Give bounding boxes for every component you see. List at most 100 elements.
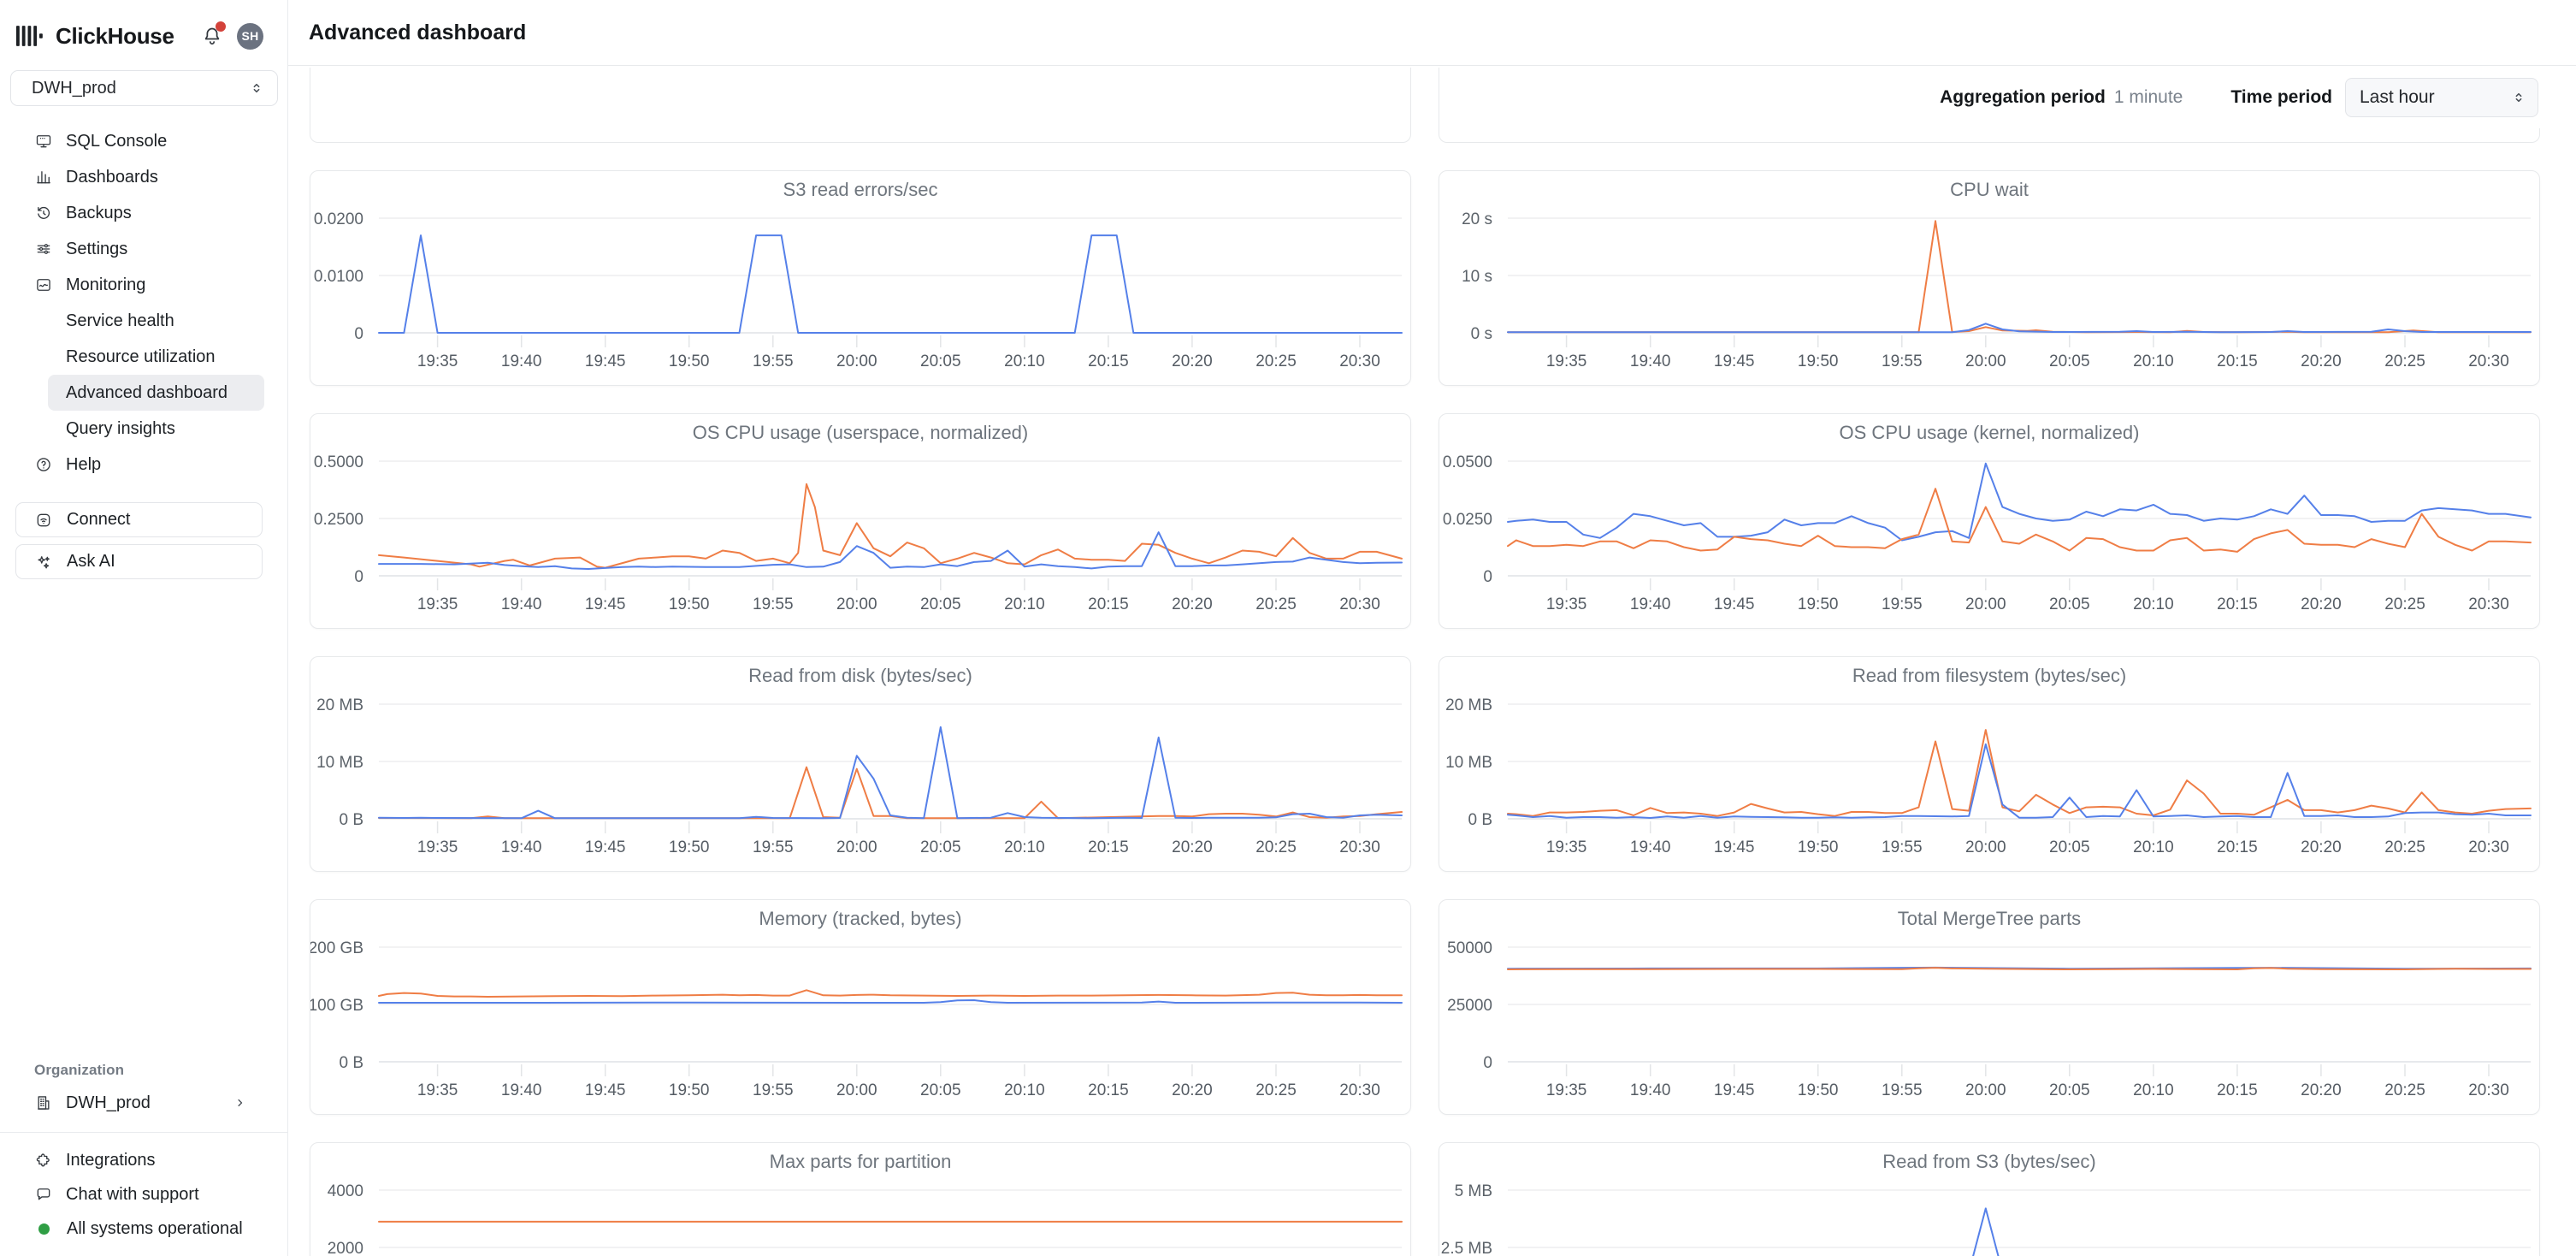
sidebar-item-monitoring[interactable]: Monitoring bbox=[0, 267, 287, 303]
svg-text:19:35: 19:35 bbox=[1546, 838, 1587, 856]
svg-text:19:55: 19:55 bbox=[1882, 1081, 1923, 1099]
svg-text:19:50: 19:50 bbox=[1798, 353, 1839, 370]
svg-text:4000: 4000 bbox=[328, 1182, 363, 1200]
sidebar-item-label: Service health bbox=[66, 311, 174, 331]
chart-card-read-from-disk-bytes-sec: 20 MB10 MB0 B19:3519:4019:4519:5019:5520… bbox=[310, 656, 1411, 872]
service-selector-value: DWH_prod bbox=[32, 79, 248, 98]
svg-text:20:20: 20:20 bbox=[2301, 1081, 2342, 1099]
svg-text:20:30: 20:30 bbox=[1339, 595, 1380, 613]
svg-text:20 s: 20 s bbox=[1462, 210, 1492, 228]
svg-text:20:05: 20:05 bbox=[920, 1081, 961, 1099]
svg-text:19:45: 19:45 bbox=[585, 353, 626, 370]
chevron-updown-icon bbox=[248, 80, 265, 97]
time-period-select[interactable]: Last hour bbox=[2345, 78, 2538, 117]
chart-plot: 0.02000.0100019:3519:4019:4519:5019:5520… bbox=[310, 171, 1411, 386]
sidebar-actions: Connect Ask AI bbox=[0, 502, 287, 579]
chart-card-cpu-wait: 20 s10 s0 s19:3519:4019:4519:5019:5520:0… bbox=[1439, 170, 2540, 386]
help-icon bbox=[35, 456, 52, 473]
svg-text:20:10: 20:10 bbox=[1004, 1081, 1045, 1099]
sidebar-item-backups[interactable]: Backups bbox=[0, 195, 287, 231]
status-dot-icon bbox=[38, 1223, 50, 1235]
sidebar-item-label: Query insights bbox=[66, 419, 175, 439]
svg-text:19:55: 19:55 bbox=[753, 1081, 794, 1099]
svg-text:20:20: 20:20 bbox=[1172, 353, 1213, 370]
svg-text:19:35: 19:35 bbox=[1546, 595, 1587, 613]
svg-text:20:00: 20:00 bbox=[836, 838, 877, 856]
svg-text:20:10: 20:10 bbox=[2133, 353, 2174, 370]
sidebar-item-service-health[interactable]: Service health bbox=[48, 303, 264, 339]
sidebar-item-chat-with-support[interactable]: Chat with support bbox=[0, 1177, 287, 1212]
chart-card-read-from-filesystem-bytes-sec: 20 MB10 MB0 B19:3519:4019:4519:5019:5520… bbox=[1439, 656, 2540, 872]
app-title: ClickHouse bbox=[56, 23, 174, 50]
chart-title: OS CPU usage (userspace, normalized) bbox=[310, 422, 1410, 444]
chart-title: Max parts for partition bbox=[310, 1151, 1410, 1173]
sidebar-item-sql-console[interactable]: SQL Console bbox=[0, 123, 287, 159]
svg-text:0 s: 0 s bbox=[1471, 325, 1492, 343]
sidebar-item-query-insights[interactable]: Query insights bbox=[48, 411, 264, 447]
notifications-button[interactable] bbox=[201, 25, 223, 47]
sidebar-item-help[interactable]: Help bbox=[0, 447, 287, 483]
svg-text:20:05: 20:05 bbox=[2049, 1081, 2090, 1099]
svg-text:20:25: 20:25 bbox=[2384, 838, 2425, 856]
chart-plot: 20 s10 s0 s19:3519:4019:4519:5019:5520:0… bbox=[1439, 171, 2540, 386]
svg-text:0: 0 bbox=[1483, 568, 1492, 586]
sidebar-divider bbox=[0, 1132, 287, 1133]
sidebar-item-advanced-dashboard[interactable]: Advanced dashboard bbox=[48, 375, 264, 411]
svg-text:19:50: 19:50 bbox=[669, 1081, 710, 1099]
chevron-updown-icon bbox=[2510, 89, 2527, 106]
svg-text:19:55: 19:55 bbox=[753, 838, 794, 856]
chart-area: 0.02000.0100019:3519:4019:4519:5019:5520… bbox=[288, 66, 2576, 1256]
chart-plot: 200 GB100 GB0 B19:3519:4019:4519:5019:55… bbox=[310, 900, 1411, 1115]
chat-icon bbox=[35, 1186, 52, 1203]
svg-text:20:05: 20:05 bbox=[920, 838, 961, 856]
svg-text:19:40: 19:40 bbox=[1630, 838, 1671, 856]
svg-text:20:15: 20:15 bbox=[1088, 595, 1129, 613]
settings-icon bbox=[35, 240, 52, 258]
sidebar-item-dashboards[interactable]: Dashboards bbox=[0, 159, 287, 195]
svg-text:19:35: 19:35 bbox=[1546, 1081, 1587, 1099]
svg-text:20:25: 20:25 bbox=[1256, 595, 1297, 613]
monitoring-icon bbox=[35, 276, 52, 293]
svg-text:20:05: 20:05 bbox=[920, 595, 961, 613]
svg-text:19:50: 19:50 bbox=[1798, 595, 1839, 613]
svg-text:20:20: 20:20 bbox=[1172, 838, 1213, 856]
chart-card-s3-read-errors-sec: 0.02000.0100019:3519:4019:4519:5019:5520… bbox=[310, 170, 1411, 386]
sidebar-item-settings[interactable]: Settings bbox=[0, 231, 287, 267]
svg-text:20:20: 20:20 bbox=[1172, 1081, 1213, 1099]
building-icon bbox=[35, 1094, 52, 1111]
avatar[interactable]: SH bbox=[237, 23, 263, 50]
svg-text:20:00: 20:00 bbox=[836, 1081, 877, 1099]
integrations-icon bbox=[35, 1152, 52, 1169]
svg-text:19:35: 19:35 bbox=[417, 353, 458, 370]
chart-plot: 0.05000.0250019:3519:4019:4519:5019:5520… bbox=[1439, 414, 2540, 629]
svg-text:20 MB: 20 MB bbox=[316, 696, 363, 714]
svg-text:0 B: 0 B bbox=[339, 811, 363, 829]
ask-ai-button[interactable]: Ask AI bbox=[15, 544, 263, 579]
svg-text:20:05: 20:05 bbox=[920, 353, 961, 370]
svg-text:19:55: 19:55 bbox=[1882, 838, 1923, 856]
button-label: Connect bbox=[67, 510, 131, 530]
service-selector[interactable]: DWH_prod bbox=[10, 70, 278, 106]
svg-text:19:50: 19:50 bbox=[669, 353, 710, 370]
svg-text:20:10: 20:10 bbox=[2133, 595, 2174, 613]
svg-text:20:10: 20:10 bbox=[1004, 838, 1045, 856]
time-period-label: Time period bbox=[2230, 87, 2332, 108]
svg-text:0.2500: 0.2500 bbox=[314, 511, 363, 529]
chart-card-os-cpu-usage-kernel-normalized: 0.05000.0250019:3519:4019:4519:5019:5520… bbox=[1439, 413, 2540, 629]
svg-text:19:40: 19:40 bbox=[1630, 353, 1671, 370]
svg-text:20:15: 20:15 bbox=[1088, 838, 1129, 856]
connect-button[interactable]: Connect bbox=[15, 502, 263, 537]
page-header: Advanced dashboard bbox=[288, 0, 2576, 66]
svg-text:20:15: 20:15 bbox=[1088, 1081, 1129, 1099]
svg-text:5 MB: 5 MB bbox=[1455, 1182, 1492, 1200]
sidebar-item-label: Help bbox=[66, 455, 101, 475]
svg-text:20:25: 20:25 bbox=[1256, 353, 1297, 370]
sidebar-item-integrations[interactable]: Integrations bbox=[0, 1143, 287, 1177]
sidebar-item-resource-utilization[interactable]: Resource utilization bbox=[48, 339, 264, 375]
organization-selector[interactable]: DWH_prod bbox=[0, 1086, 287, 1120]
svg-text:20:00: 20:00 bbox=[1965, 1081, 2006, 1099]
sidebar-item-all-systems-operational[interactable]: All systems operational bbox=[0, 1212, 287, 1246]
svg-text:19:40: 19:40 bbox=[501, 595, 542, 613]
svg-text:19:40: 19:40 bbox=[501, 838, 542, 856]
svg-text:20:00: 20:00 bbox=[1965, 353, 2006, 370]
